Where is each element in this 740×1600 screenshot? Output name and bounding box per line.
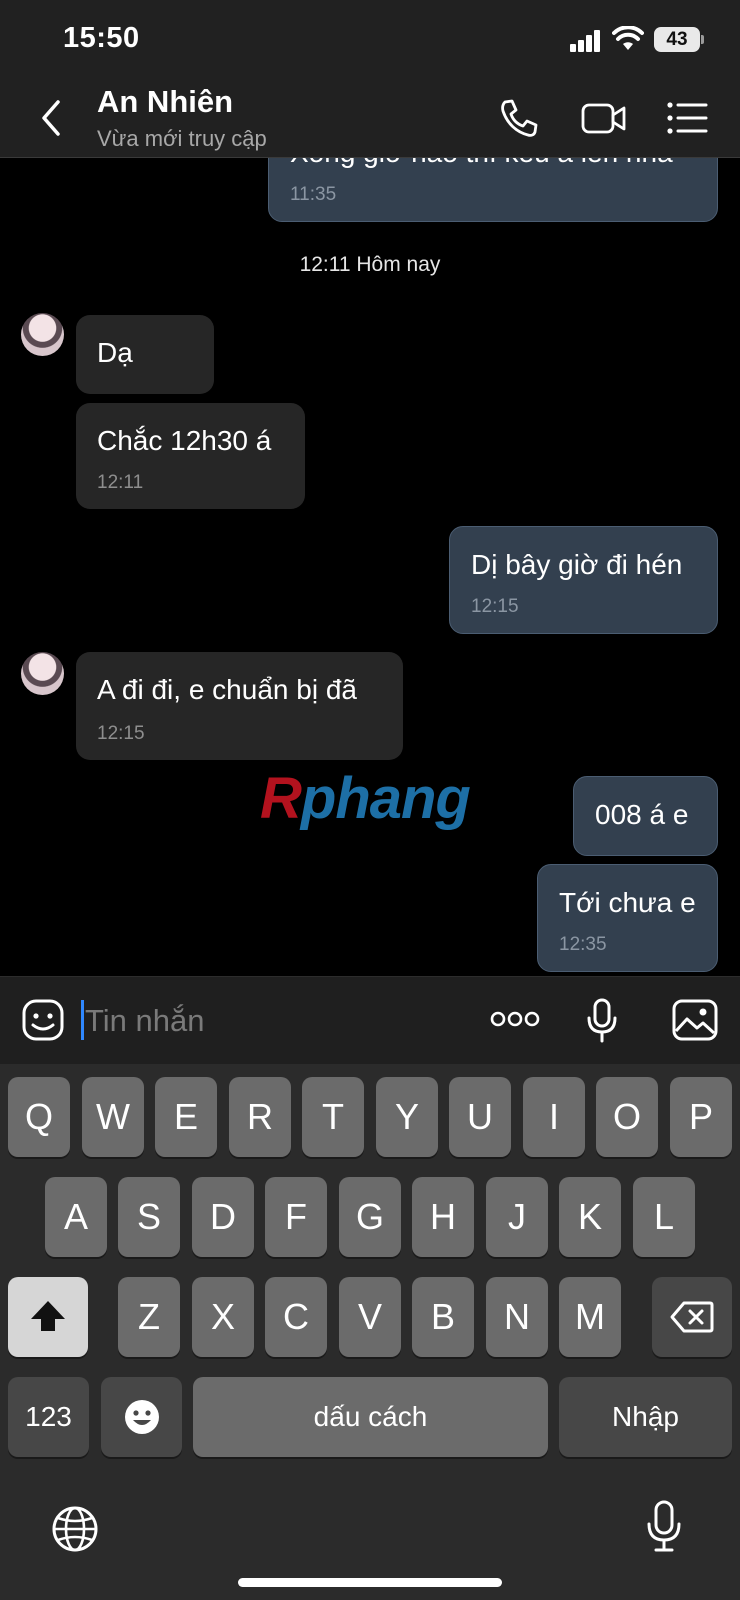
key-z[interactable]: Z (118, 1277, 180, 1357)
message-time: 12:35 (559, 934, 607, 955)
message-bubble[interactable]: Dị bây giờ đi hén 12:15 (449, 526, 718, 634)
message-time: 11:35 (290, 184, 337, 205)
enter-key[interactable]: Nhập (559, 1377, 732, 1457)
message-bubble[interactable]: 008 á e (573, 776, 718, 856)
contact-avatar[interactable] (21, 652, 64, 695)
cellular-signal-icon (570, 30, 602, 52)
contact-status: Vừa mới truy cập (97, 126, 267, 151)
battery-icon: 43 (654, 27, 700, 52)
key-q[interactable]: Q (8, 1077, 70, 1157)
key-u[interactable]: U (449, 1077, 511, 1157)
emoji-icon (124, 1400, 159, 1434)
key-t[interactable]: T (302, 1077, 364, 1157)
sticker-emoji-icon[interactable] (21, 998, 65, 1042)
backspace-icon (670, 1301, 714, 1333)
message-bubble[interactable]: Tới chưa e 12:35 (537, 864, 718, 972)
message-text: Tới chưa e (559, 887, 696, 918)
contact-avatar[interactable] (21, 313, 64, 356)
key-m[interactable]: M (559, 1277, 621, 1357)
message-input[interactable]: Tin nhắn (85, 1003, 205, 1039)
space-key[interactable]: dấu cách (193, 1377, 548, 1457)
key-p[interactable]: P (670, 1077, 732, 1157)
home-indicator[interactable] (238, 1578, 502, 1587)
phone-call-icon[interactable] (496, 96, 544, 140)
message-text: Chắc 12h30 á (97, 425, 272, 456)
key-c[interactable]: C (265, 1277, 327, 1357)
emoji-key[interactable] (101, 1377, 182, 1457)
back-button[interactable] (30, 96, 74, 140)
status-time: 15:50 (63, 22, 140, 54)
message-text: Dị bây giờ đi hén (471, 549, 683, 580)
more-options-icon[interactable] (490, 1008, 540, 1030)
battery-tip (701, 35, 704, 44)
key-a[interactable]: A (45, 1177, 107, 1257)
backspace-key[interactable] (652, 1277, 732, 1357)
date-separator: 12:11 Hôm nay (299, 253, 441, 276)
message-bubble[interactable]: A đi đi, e chuẩn bị đã 12:15 (76, 652, 403, 760)
key-k[interactable]: K (559, 1177, 621, 1257)
key-s[interactable]: S (118, 1177, 180, 1257)
key-o[interactable]: O (596, 1077, 658, 1157)
message-bubble[interactable]: Dạ (76, 315, 214, 394)
message-time: 12:15 (471, 596, 519, 617)
message-time: 12:15 (97, 723, 145, 744)
message-bubble[interactable]: Chắc 12h30 á 12:11 (76, 403, 305, 509)
text-cursor (81, 1000, 84, 1040)
menu-list-icon[interactable] (664, 96, 712, 140)
key-l[interactable]: L (633, 1177, 695, 1257)
key-h[interactable]: H (412, 1177, 474, 1257)
shift-key[interactable] (8, 1277, 88, 1357)
key-d[interactable]: D (192, 1177, 254, 1257)
message-text: Dạ (97, 337, 133, 368)
video-call-icon[interactable] (580, 96, 628, 140)
key-x[interactable]: X (192, 1277, 254, 1357)
message-text: A đi đi, e chuẩn bị đã (97, 674, 357, 705)
key-y[interactable]: Y (376, 1077, 438, 1157)
message-text: 008 á e (595, 799, 689, 830)
shift-icon (31, 1301, 65, 1331)
gallery-image-icon[interactable] (672, 999, 718, 1041)
watermark-logo: Rphang (260, 766, 471, 831)
contact-name[interactable]: An Nhiên (97, 84, 233, 120)
key-w[interactable]: W (82, 1077, 144, 1157)
wifi-icon (612, 26, 644, 50)
key-v[interactable]: V (339, 1277, 401, 1357)
key-j[interactable]: J (486, 1177, 548, 1257)
dictation-mic-icon[interactable] (646, 1500, 682, 1554)
key-i[interactable]: I (523, 1077, 585, 1157)
key-f[interactable]: F (265, 1177, 327, 1257)
key-n[interactable]: N (486, 1277, 548, 1357)
key-g[interactable]: G (339, 1177, 401, 1257)
key-b[interactable]: B (412, 1277, 474, 1357)
globe-icon[interactable] (51, 1505, 99, 1553)
key-r[interactable]: R (229, 1077, 291, 1157)
voice-message-icon[interactable] (585, 998, 619, 1044)
message-time: 12:11 (97, 472, 144, 493)
numbers-key[interactable]: 123 (8, 1377, 89, 1457)
key-e[interactable]: E (155, 1077, 217, 1157)
